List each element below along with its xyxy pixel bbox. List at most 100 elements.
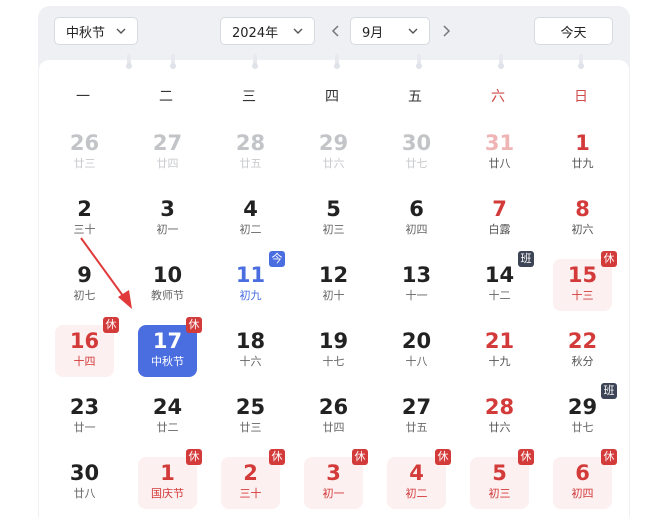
lunar-date: 秋分 [571,355,594,368]
day-cell[interactable]: 18 十六 [221,325,280,377]
chevron-down-icon [116,28,126,34]
day-badge: 今 [269,251,285,267]
lunar-date: 初九 [239,289,262,302]
day-number: 30 [401,131,432,155]
day-number: 6 [409,197,424,221]
lunar-date: 十七 [322,355,345,368]
month-select-value: 9月 [362,25,384,41]
day-number: 26 [318,395,349,419]
chevron-down-icon [408,28,418,34]
lunar-date: 十二 [488,289,511,302]
day-cell[interactable]: 26 廿四 [304,391,363,443]
day-cell[interactable]: 28 廿六 [470,391,529,443]
lunar-date: 初三 [322,223,345,236]
lunar-date: 廿四 [322,421,345,434]
lunar-date: 教师节 [151,289,184,302]
day-cell[interactable]: 2 三十 [55,193,114,245]
day-number: 21 [484,329,515,353]
binder-ring [578,54,584,69]
lunar-date: 初七 [73,289,96,302]
day-cell[interactable]: 4 初二休 [387,449,451,509]
festival-select-value: 中秋节 [66,25,106,41]
lunar-date: 廿三 [73,157,96,170]
day-badge: 休 [518,449,534,465]
day-number: 27 [401,395,432,419]
lunar-date: 十八 [405,355,428,368]
day-cell[interactable]: 3 初一 [138,193,197,245]
day-number: 10 [152,263,183,287]
lunar-date: 初二 [239,223,262,236]
day-cell[interactable]: 2 三十休 [221,449,285,509]
day-number: 27 [152,131,183,155]
weekday-thu: 四 [325,89,339,105]
day-cell[interactable]: 30 廿七 [387,127,446,179]
day-cell[interactable]: 16 十四休 [55,317,119,377]
lunar-date: 廿八 [73,487,96,500]
day-cell[interactable]: 22 秋分 [553,325,612,377]
lunar-date: 中秋节 [151,355,184,368]
day-badge: 休 [601,449,617,465]
day-cell[interactable]: 20 十八 [387,325,446,377]
lunar-date: 廿六 [322,157,345,170]
lunar-date: 十四 [73,355,96,368]
day-number: 29 [318,131,349,155]
day-cell[interactable]: 11 初九今 [221,251,285,311]
day-cell[interactable]: 3 初一休 [304,449,368,509]
prev-month-button[interactable] [328,19,344,43]
next-month-button[interactable] [438,19,454,43]
binder-ring [498,54,504,69]
lunar-date: 廿七 [571,421,594,434]
day-cell[interactable]: 7 白露 [470,193,529,245]
lunar-date: 初四 [571,487,594,500]
lunar-date: 廿四 [156,157,179,170]
month-select[interactable]: 9月 [350,17,430,45]
day-cell[interactable]: 27 廿五 [387,391,446,443]
day-cell[interactable]: 30 廿八 [55,457,114,509]
day-number: 31 [484,131,515,155]
day-cell[interactable]: 4 初二 [221,193,280,245]
day-badge: 休 [103,317,119,333]
lunar-date: 初二 [405,487,428,500]
lunar-date: 三十 [73,223,96,236]
lunar-date: 廿五 [239,157,262,170]
lunar-date: 廿二 [156,421,179,434]
day-cell[interactable]: 21 十九 [470,325,529,377]
day-cell[interactable]: 24 廿二 [138,391,197,443]
day-cell[interactable]: 17 中秋节休 [138,317,202,377]
day-cell[interactable]: 10 教师节 [138,259,197,311]
day-number: 20 [401,329,432,353]
festival-select[interactable]: 中秋节 [54,17,138,45]
day-cell[interactable]: 5 初三 [304,193,363,245]
day-cell[interactable]: 26 廿三 [55,127,114,179]
day-cell[interactable]: 19 十七 [304,325,363,377]
lunar-date: 白露 [488,223,511,236]
day-number: 25 [235,395,266,419]
weekday-sun: 日 [574,89,588,105]
day-cell[interactable]: 1 国庆节休 [138,449,202,509]
weekday-sat: 六 [491,89,505,105]
today-button[interactable]: 今天 [534,17,613,45]
day-cell[interactable]: 13 十一 [387,259,446,311]
day-cell[interactable]: 1 廿九 [553,127,612,179]
day-cell[interactable]: 27 廿四 [138,127,197,179]
day-cell[interactable]: 6 初四 [387,193,446,245]
day-cell[interactable]: 6 初四休 [553,449,617,509]
day-cell[interactable]: 31 廿八 [470,127,529,179]
day-number: 22 [567,329,598,353]
day-cell[interactable]: 12 初十 [304,259,363,311]
year-select[interactable]: 2024年 [220,17,315,45]
day-cell[interactable]: 25 廿三 [221,391,280,443]
day-cell[interactable]: 9 初七 [55,259,114,311]
day-cell[interactable]: 14 十二班 [470,251,534,311]
day-cell[interactable]: 5 初三休 [470,449,534,509]
day-number: 23 [69,395,100,419]
day-cell[interactable]: 28 廿五 [221,127,280,179]
day-cell[interactable]: 23 廿一 [55,391,114,443]
day-cell[interactable]: 29 廿七班 [553,383,617,443]
lunar-date: 十三 [571,289,594,302]
day-cell[interactable]: 8 初六 [553,193,612,245]
lunar-date: 廿八 [488,157,511,170]
day-number: 13 [401,263,432,287]
day-cell[interactable]: 29 廿六 [304,127,363,179]
day-cell[interactable]: 15 十三休 [553,251,617,311]
